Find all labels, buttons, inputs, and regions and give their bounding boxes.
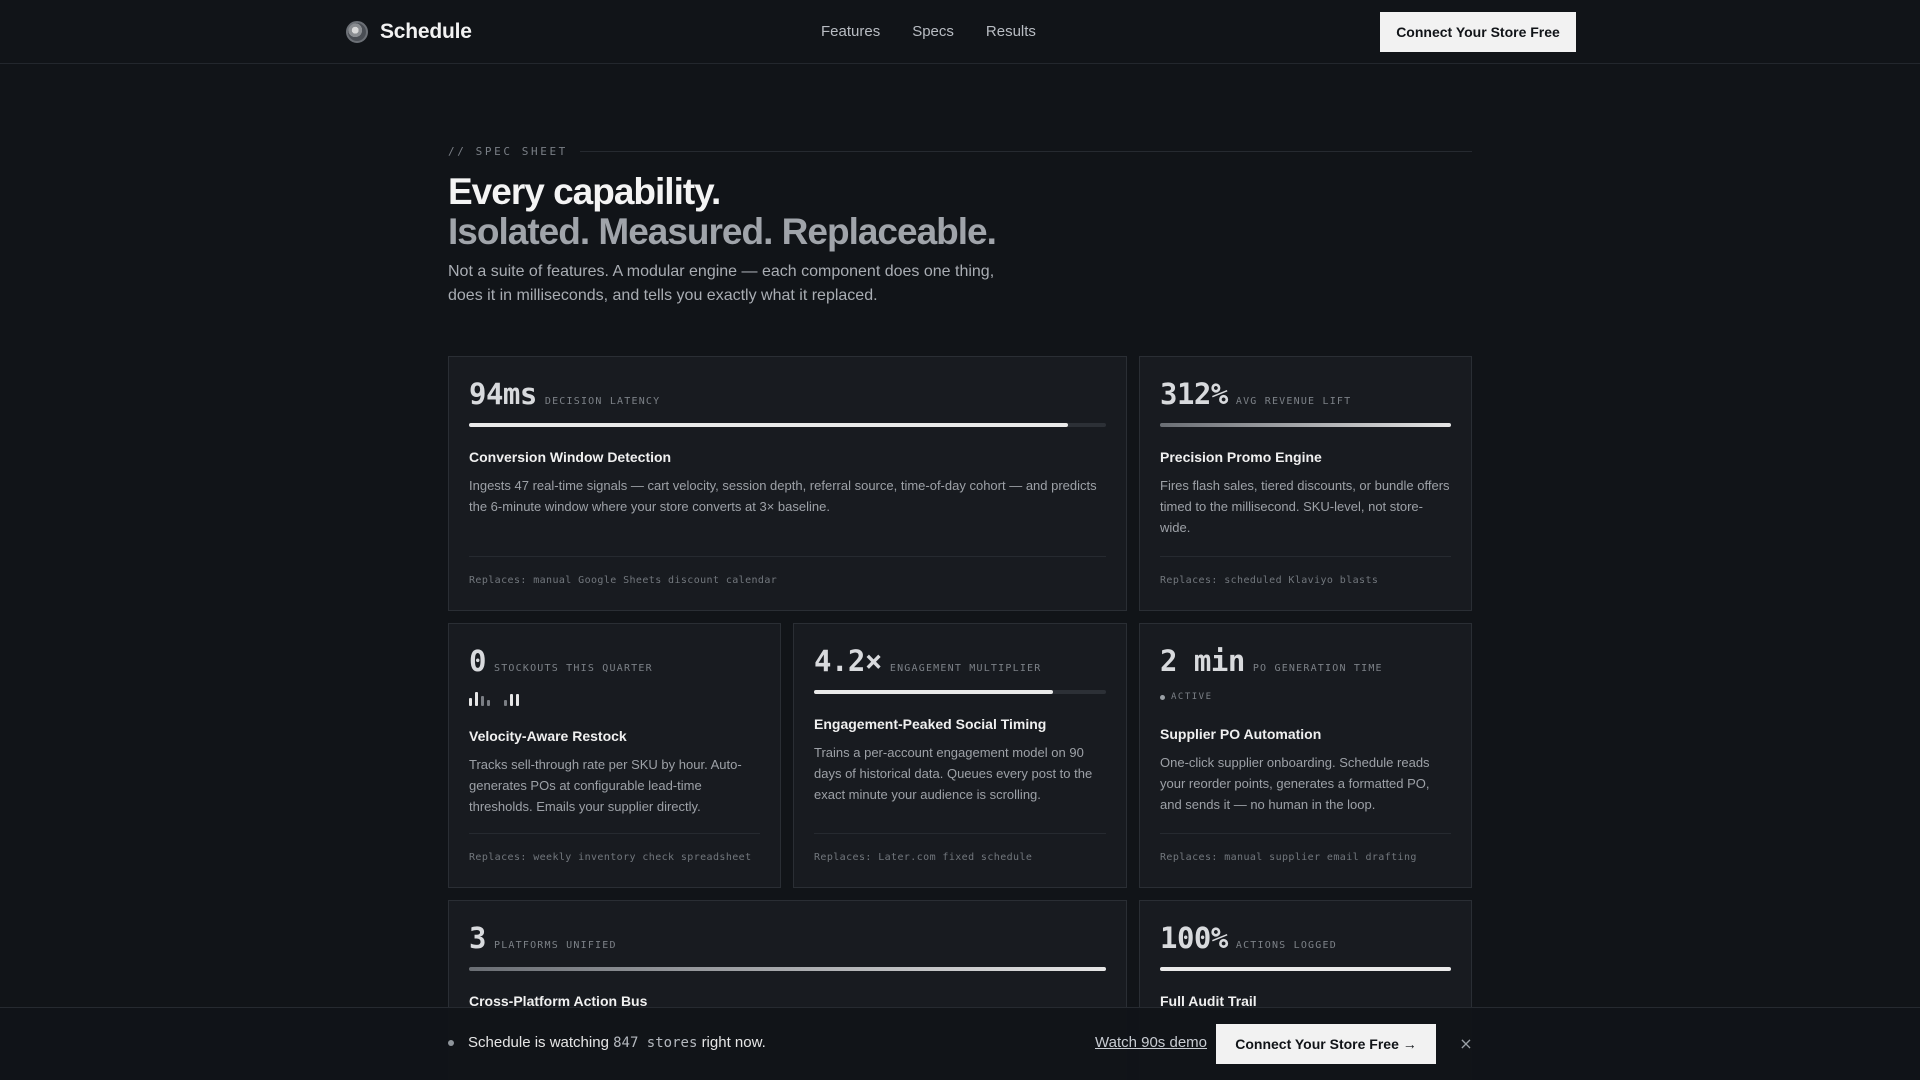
status-dot-icon (1160, 694, 1165, 700)
progress-fill (1160, 423, 1451, 427)
card-title: Supplier PO Automation (1160, 726, 1322, 742)
top-nav: Schedule Features Specs Results Connect … (0, 0, 1920, 64)
hero-lede: Not a suite of features. A modular engin… (448, 263, 995, 304)
stat-label: DECISION LATENCY (544, 396, 661, 407)
live-bottom-bar (0, 1007, 1920, 1080)
stat-label: ENGAGEMENT MULTIPLIER (889, 663, 1042, 674)
stat-value: 312% (1160, 377, 1228, 411)
card-title: Velocity-Aware Restock (469, 728, 627, 744)
spec-card-restock: 0 STOCKOUTS THIS QUARTER Velocity-Aware … (448, 623, 781, 888)
connect-store-bottom-button[interactable]: Connect Your Store Free → (1216, 1024, 1436, 1064)
live-status-text: Schedule is watching 847 stores right no… (468, 1034, 766, 1051)
close-icon[interactable]: × (1456, 1034, 1476, 1054)
progress-bar (469, 423, 1106, 427)
card-description: Trains a per-account engagement model on… (814, 745, 1093, 802)
store-count: 847 stores (613, 1035, 698, 1051)
stat-label: ACTIONS LOGGED (1235, 940, 1337, 951)
nav-link-features[interactable]: Features (821, 23, 880, 40)
progress-fill (814, 690, 1054, 694)
progress-fill (1160, 967, 1451, 971)
stat-value: 0 (469, 644, 486, 678)
nav-link-results[interactable]: Results (986, 23, 1036, 40)
nav-links: Features Specs Results (821, 23, 1036, 40)
progress-bar (1160, 423, 1451, 427)
card-description: Ingests 47 real-time signals — cart velo… (469, 478, 1097, 514)
card-replaces: Replaces: manual supplier email drafting (1160, 833, 1451, 863)
brand[interactable]: Schedule (346, 20, 472, 44)
progress-bar (814, 690, 1106, 694)
sparkline-icon (469, 690, 760, 706)
card-replaces: Replaces: manual Google Sheets discount … (469, 556, 1106, 586)
spec-card-supplier-po: 2 min PO GENERATION TIME ACTIVE Supplier… (1139, 623, 1472, 888)
card-replaces: Replaces: scheduled Klaviyo blasts (1160, 556, 1451, 586)
stat-value: 100% (1160, 921, 1228, 955)
eyebrow-row: // SPEC SHEET (448, 145, 1472, 158)
card-title: Precision Promo Engine (1160, 449, 1322, 465)
progress-fill (469, 423, 1068, 427)
nav-link-specs[interactable]: Specs (912, 23, 954, 40)
brand-name: Schedule (380, 20, 472, 43)
spec-card-conversion-window: 94ms DECISION LATENCY Conversion Window … (448, 356, 1127, 611)
page-subtitle: Isolated. Measured. Replaceable. (448, 211, 997, 252)
status-text: ACTIVE (1171, 692, 1213, 702)
stat-label: PLATFORMS UNIFIED (493, 940, 617, 951)
live-text-after: right now. (701, 1034, 766, 1051)
card-description: One-click supplier onboarding. Schedule … (1160, 755, 1430, 812)
connect-store-button[interactable]: Connect Your Store Free (1380, 12, 1576, 52)
card-replaces: Replaces: weekly inventory check spreads… (469, 833, 760, 863)
card-description: Tracks sell-through rate per SKU by hour… (469, 757, 742, 814)
stat-label: AVG REVENUE LIFT (1235, 396, 1352, 407)
eyebrow-divider (579, 151, 1472, 152)
eyebrow: // SPEC SHEET (448, 145, 568, 158)
card-replaces: Replaces: Later.com fixed schedule (814, 833, 1106, 863)
stat-value: 94ms (469, 377, 537, 411)
progress-bar (469, 967, 1106, 971)
card-title: Conversion Window Detection (469, 449, 672, 465)
progress-fill (469, 967, 1106, 971)
watch-demo-link[interactable]: Watch 90s demo (1095, 1034, 1207, 1051)
spec-card-social-timing: 4.2× ENGAGEMENT MULTIPLIER Engagement-Pe… (793, 623, 1127, 888)
stat-value: 4.2× (814, 644, 882, 678)
stat-value: 3 (469, 921, 486, 955)
live-text-before: Schedule is watching (468, 1034, 609, 1051)
stat-label: PO GENERATION TIME (1252, 663, 1383, 674)
page-title: Every capability. (448, 171, 721, 212)
spec-card-promo-engine: 312% AVG REVENUE LIFT Precision Promo En… (1139, 356, 1472, 611)
logo-icon (346, 21, 368, 43)
card-title: Engagement-Peaked Social Timing (814, 716, 1047, 732)
live-dot-icon (448, 1040, 454, 1046)
stat-label: STOCKOUTS THIS QUARTER (493, 663, 653, 674)
card-description: Fires flash sales, tiered discounts, or … (1160, 478, 1450, 535)
progress-bar (1160, 967, 1451, 971)
stat-value: 2 min (1160, 644, 1245, 678)
status-indicator: ACTIVE (1160, 690, 1451, 704)
